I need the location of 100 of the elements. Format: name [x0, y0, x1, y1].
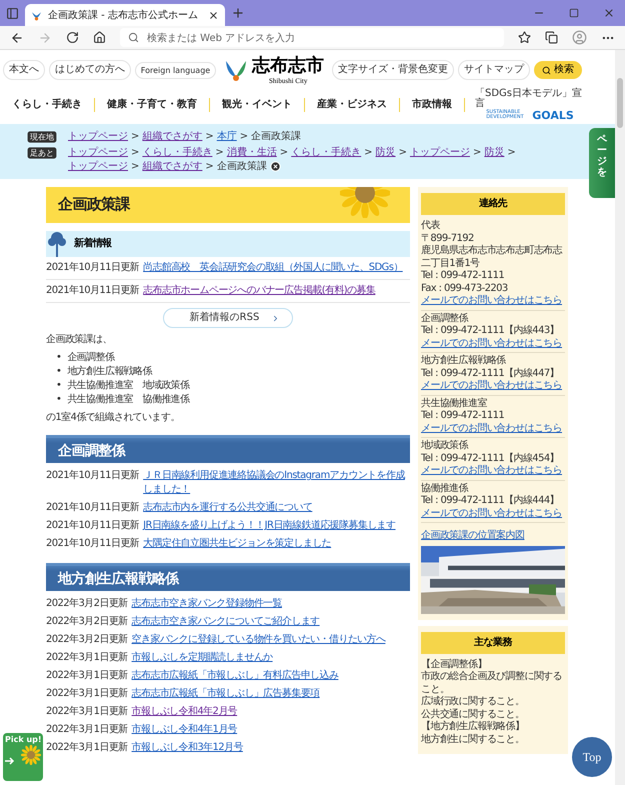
contact-text: Tel : 099-472-1111【内線454】	[421, 452, 560, 465]
mail-link[interactable]: メールでのお問い合わせはこちら	[421, 380, 562, 392]
breadcrumb-link[interactable]: 本庁	[216, 131, 237, 142]
header-link[interactable]: はじめての方へ	[48, 60, 131, 80]
breadcrumb-separator: >	[131, 161, 140, 172]
breadcrumb-separator: >	[131, 131, 140, 142]
side-tab[interactable]: ページを	[589, 128, 615, 198]
contact-text: Fax : 099-473-2203	[421, 282, 509, 295]
reload-icon[interactable]	[66, 31, 79, 44]
search-icon	[128, 32, 139, 43]
article-link[interactable]: 志布志市内を運行する公共交通について	[143, 501, 312, 516]
close-icon[interactable]	[270, 161, 281, 172]
breadcrumb-link[interactable]: くらし・手続き	[291, 147, 362, 158]
search-icon	[542, 66, 552, 75]
article-link[interactable]: 市報しぶしを定期購読しませんか	[132, 651, 273, 666]
contact-text: 地域政策係	[421, 440, 470, 453]
article-link[interactable]: 志布志市ホームページへのバナー広告掲載(有料)の募集	[143, 284, 376, 298]
breadcrumb-link[interactable]: 消費・生活	[226, 147, 277, 158]
article-link[interactable]: 志布志市広報紙「市報しぶし」広告募集要項	[132, 687, 320, 702]
article-link[interactable]: 市報しぶし令和4年2月号	[132, 705, 238, 720]
mail-link[interactable]: メールでのお問い合わせはこちら	[421, 338, 562, 349]
update-date: 2021年10月11日更新	[46, 519, 140, 534]
mail-link[interactable]: メールでのお問い合わせはこちら	[421, 508, 562, 519]
bullet: •	[56, 393, 62, 408]
breadcrumb-separator: >	[131, 147, 140, 158]
mail-link[interactable]: メールでのお問い合わせはこちら	[421, 295, 562, 306]
nav-item[interactable]: くらし・手続き	[0, 98, 95, 112]
breadcrumb-separator: >	[398, 147, 407, 158]
breadcrumb-separator: >	[472, 147, 482, 158]
breadcrumb-link[interactable]: 組織でさがす	[142, 131, 202, 142]
article-link[interactable]: 市報しぶし令和4年1月号	[132, 723, 238, 738]
mail-link[interactable]: メールでのお問い合わせはこちら	[421, 422, 562, 434]
duties-text: 広域行政に関すること。	[421, 696, 526, 708]
header-link[interactable]: サイトマップ	[458, 60, 530, 80]
nav-item[interactable]: 産業・ビジネス	[305, 98, 400, 112]
maximize-icon[interactable]	[569, 7, 579, 19]
breadcrumb-link[interactable]: トップページ	[410, 147, 470, 158]
update-date: 2022年3月2日更新	[46, 633, 128, 648]
duties-text: 地方創生に関すること。	[421, 734, 526, 746]
breadcrumb-separator: >	[507, 147, 516, 158]
article-link[interactable]: 尚志館高校 英会話研究会の取組（外国人に聞いた、SDGs）	[143, 261, 403, 276]
current-page: 企画政策課	[216, 161, 267, 172]
mail-link[interactable]: メールでのお問い合わせはこちら	[421, 465, 562, 476]
bullet: •	[56, 351, 62, 366]
article-link[interactable]: 志布志市広報紙「市報しぶし」有料広告申し込み	[132, 669, 338, 684]
article-link[interactable]: 大隅定住自立圏共生ビジョンを策定しました	[143, 537, 332, 552]
contact-text: 共生協働推進室	[421, 398, 488, 410]
contact-text: Tel : 099-472-1111【内線444】	[421, 495, 560, 508]
rss-button[interactable]: 新着情報のRSS	[162, 308, 294, 328]
current-page: 企画政策課	[251, 131, 302, 142]
update-date: 2021年10月11日更新	[46, 261, 140, 276]
search-button[interactable]: 検索	[534, 61, 582, 80]
breadcrumb-link[interactable]: トップページ	[68, 161, 128, 172]
location-link[interactable]: 企画政策課の位置案内図	[421, 530, 524, 542]
article-link[interactable]: JR日南線を盛り上げよう！！JR日南線鉄道応援隊募集します	[143, 519, 396, 534]
breadcrumb-link[interactable]: 組織でさがす	[142, 161, 202, 172]
bullet: •	[56, 365, 62, 380]
article-link[interactable]: 空き家バンクに登録している物件を買いたい・借りたい方へ	[132, 633, 386, 648]
breadcrumb-separator: >	[215, 147, 224, 158]
favorites-icon[interactable]	[518, 31, 531, 44]
scrollbar[interactable]	[615, 50, 625, 785]
back-to-top-button[interactable]: Top	[572, 737, 612, 777]
breadcrumb-link[interactable]: トップページ	[68, 147, 128, 158]
article-link[interactable]: ＪＲ日南線利用促進連絡協議会のInstagramアカウントを作成しました！	[143, 469, 410, 498]
news-heading: 新着情報	[74, 237, 112, 252]
nav-item[interactable]: 市政情報	[400, 98, 465, 112]
contact-text: 地方創生広報戦略係	[421, 355, 507, 368]
section-list-item: 共生協働推進室 協働推進係	[67, 393, 190, 408]
article-link[interactable]: 志布志市空き家バンクについてご紹介します	[132, 615, 320, 630]
intro-text: の1室4係で組織されています。	[46, 411, 181, 426]
update-date: 2022年3月2日更新	[46, 597, 128, 612]
panel-heading: 主な業務	[421, 632, 565, 654]
collections-icon[interactable]	[545, 31, 558, 44]
breadcrumb-link[interactable]: 防災	[376, 147, 396, 158]
back-icon[interactable]	[10, 30, 24, 44]
breadcrumb-link[interactable]: トップページ	[68, 131, 128, 142]
breadcrumb-link[interactable]: 防災	[484, 147, 504, 158]
breadcrumb-separator: >	[205, 131, 214, 142]
article-link[interactable]: 市報しぶし令和3年12月号	[132, 741, 243, 756]
header-link[interactable]: 文字サイズ・背景色変更	[332, 60, 454, 80]
profile-icon[interactable]	[572, 30, 587, 45]
contact-text: 代表	[421, 220, 441, 233]
section-heading: 地方創生広報戦略係	[46, 563, 410, 592]
breadcrumb-separator: >	[240, 131, 248, 142]
update-date: 2022年3月1日更新	[46, 705, 128, 720]
contact-text: Tel : 099-472-1111	[421, 270, 506, 283]
article-link[interactable]: 志布志市空き家バンク登録物件一覧	[132, 597, 282, 612]
browser-tab[interactable]: 企画政策課 - 志布志市公式ホーム	[25, 4, 225, 26]
header-link[interactable]: 本文へ	[2, 60, 45, 80]
home-icon[interactable]	[93, 31, 106, 44]
close-icon[interactable]	[208, 10, 219, 20]
sidebar-icon[interactable]	[6, 6, 19, 20]
breadcrumb-link[interactable]: くらし・手続き	[142, 147, 212, 158]
new-tab-icon[interactable]	[231, 6, 245, 20]
header-link[interactable]: Foreign language	[134, 62, 216, 79]
nav-item[interactable]: 健康・子育て・教育	[95, 98, 210, 112]
logo-title: 志布志市	[252, 56, 324, 77]
nav-item[interactable]: 観光・イベント	[210, 98, 305, 112]
update-date: 2022年3月1日更新	[46, 723, 128, 738]
address-field[interactable]: 検索または Web アドレスを入力	[120, 28, 504, 47]
